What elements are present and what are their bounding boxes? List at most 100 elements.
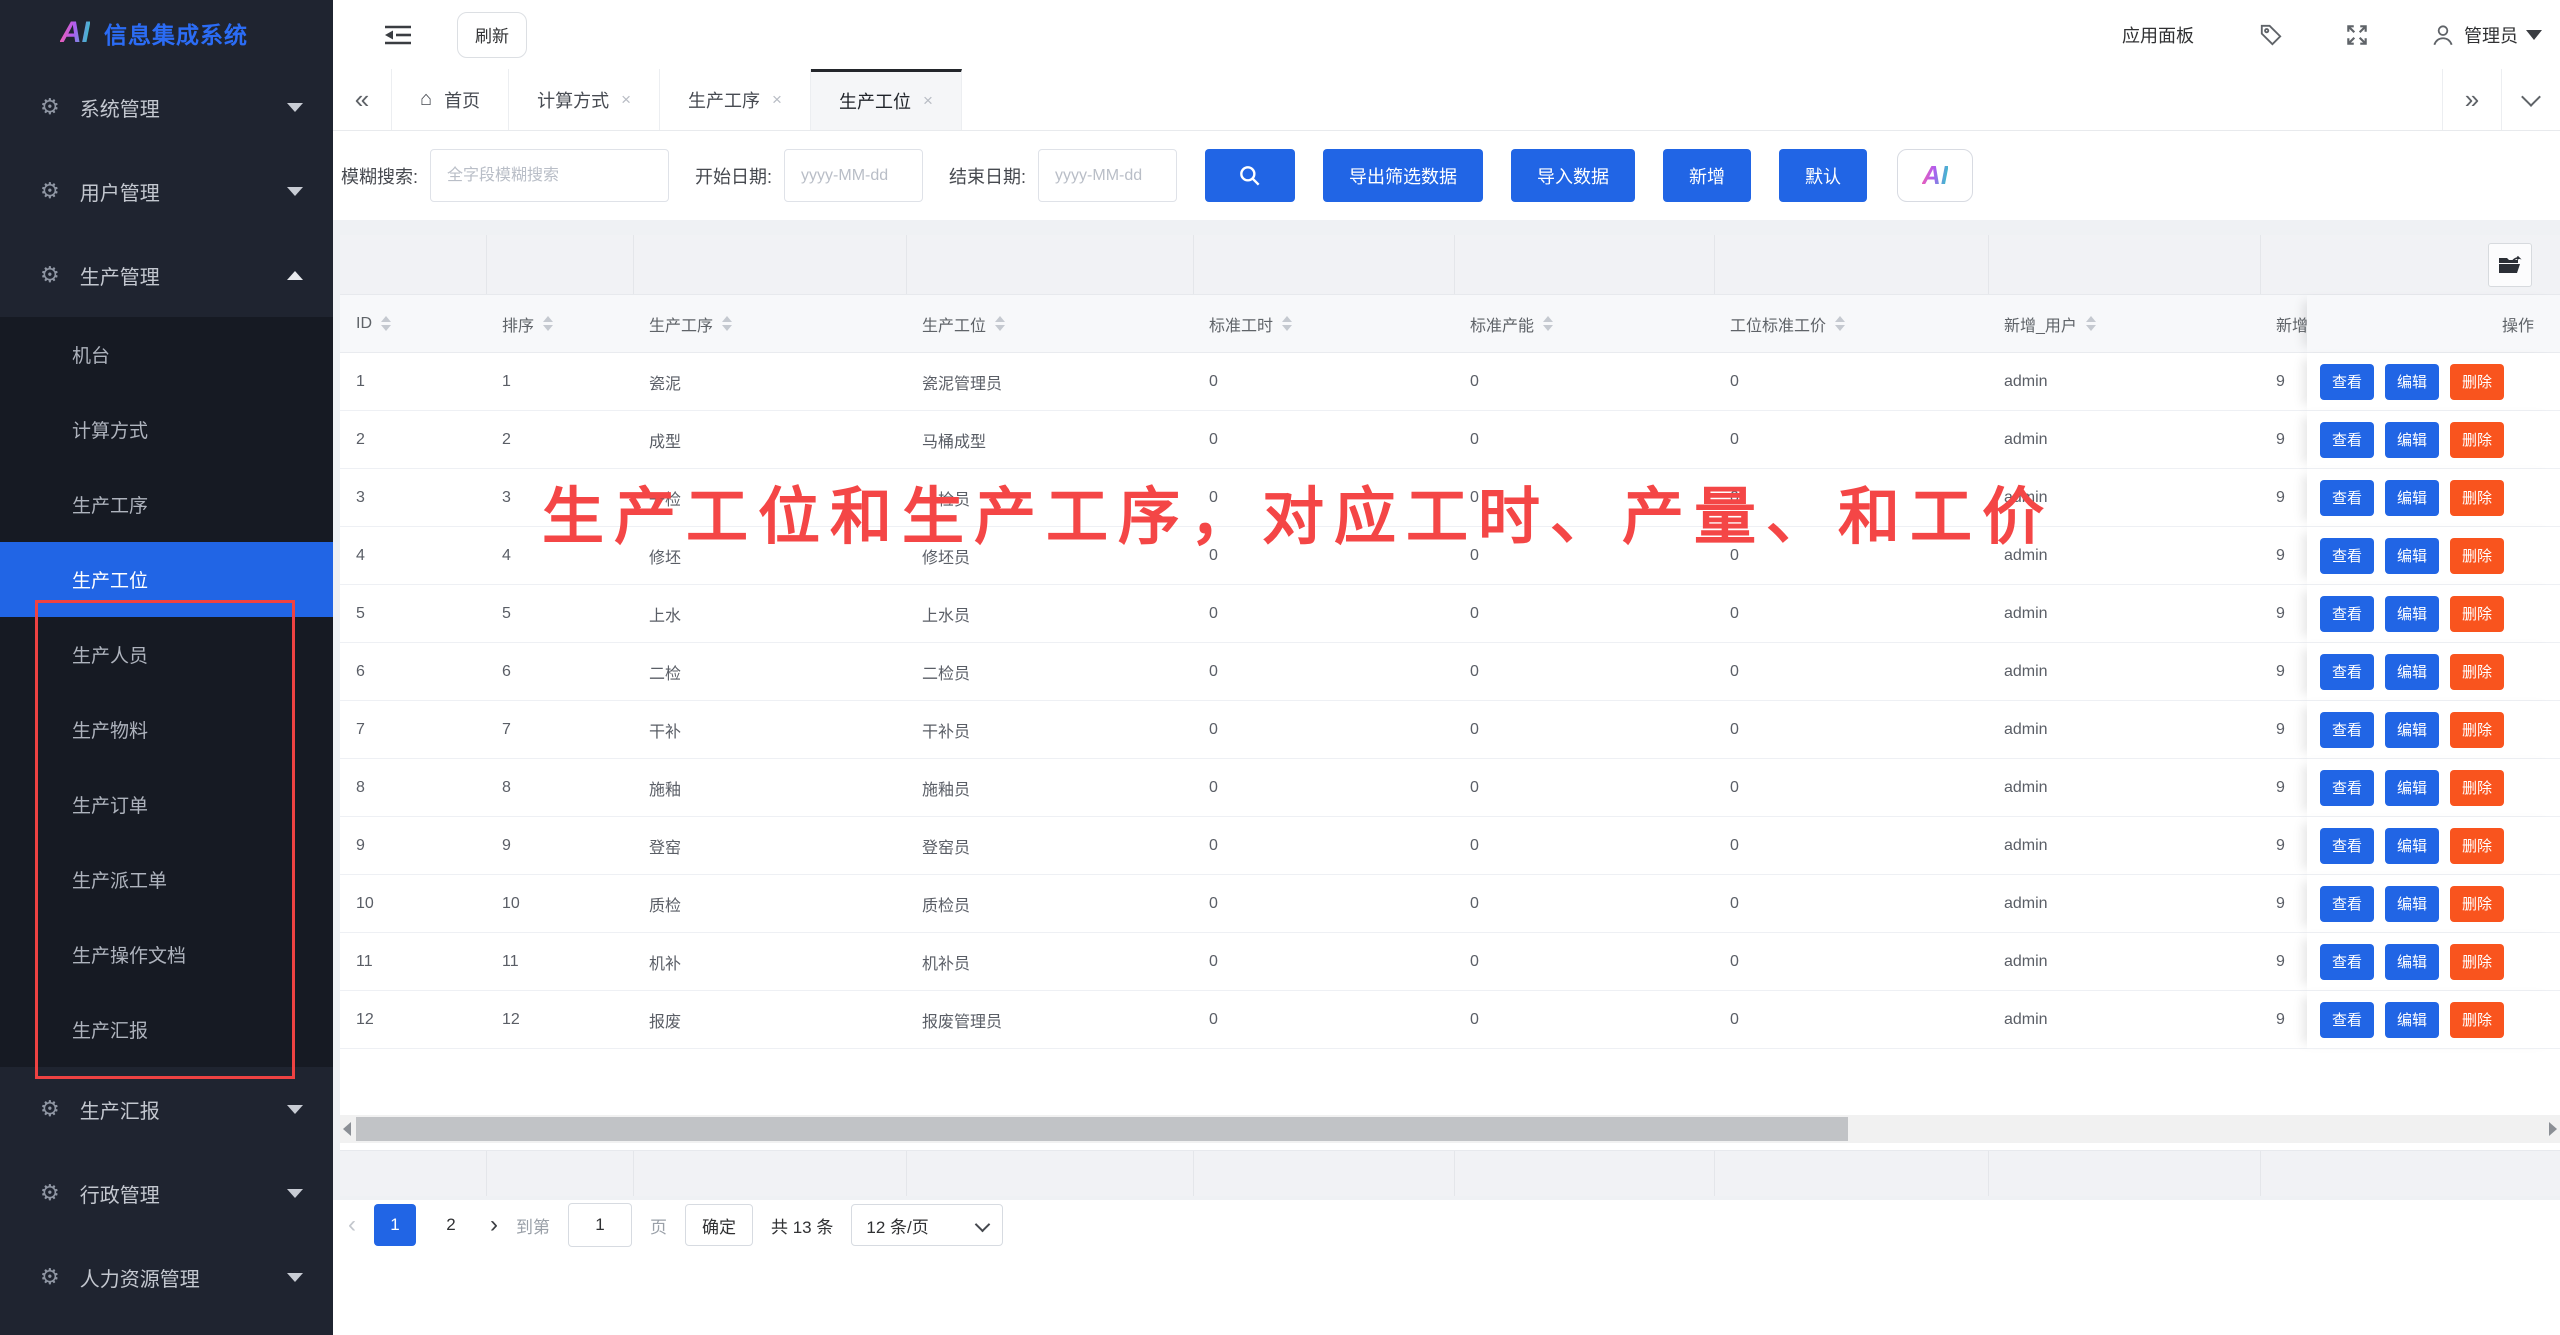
column-header-生产工序[interactable]: 生产工序 <box>633 295 906 352</box>
sidebar-item-生产工序[interactable]: 生产工序 <box>0 467 333 542</box>
sort-icon[interactable] <box>995 316 1005 331</box>
scroll-right-arrow-icon[interactable] <box>2549 1122 2557 1136</box>
edit-button[interactable]: 编辑 <box>2385 944 2439 980</box>
sort-icon[interactable] <box>381 316 391 331</box>
delete-button[interactable]: 删除 <box>2450 538 2504 574</box>
delete-button[interactable]: 删除 <box>2450 596 2504 632</box>
edit-button[interactable]: 编辑 <box>2385 654 2439 690</box>
fullscreen-icon[interactable] <box>2344 22 2370 48</box>
end-date-input[interactable] <box>1038 149 1177 202</box>
export-filtered-button[interactable]: 导出筛选数据 <box>1323 149 1483 202</box>
sort-icon[interactable] <box>543 316 553 331</box>
delete-button[interactable]: 删除 <box>2450 886 2504 922</box>
view-button[interactable]: 查看 <box>2320 770 2374 806</box>
tabs-scroll-right[interactable]: » <box>2442 69 2501 130</box>
search-button[interactable] <box>1205 149 1295 202</box>
sort-icon[interactable] <box>722 316 732 331</box>
view-button[interactable]: 查看 <box>2320 654 2374 690</box>
view-button[interactable]: 查看 <box>2320 828 2374 864</box>
sidebar-group-行政管理[interactable]: ⚙行政管理 <box>0 1151 333 1235</box>
edit-button[interactable]: 编辑 <box>2385 538 2439 574</box>
sort-icon[interactable] <box>1282 316 1292 331</box>
default-button[interactable]: 默认 <box>1779 149 1867 202</box>
edit-button[interactable]: 编辑 <box>2385 828 2439 864</box>
fuzzy-search-input[interactable] <box>430 149 669 202</box>
edit-button[interactable]: 编辑 <box>2385 886 2439 922</box>
sidebar-item-计算方式[interactable]: 计算方式 <box>0 392 333 467</box>
page-size-select[interactable]: 12 条/页 <box>851 1204 1003 1246</box>
tab-首页[interactable]: ⌂首页 <box>392 69 509 130</box>
view-button[interactable]: 查看 <box>2320 538 2374 574</box>
add-button[interactable]: 新增 <box>1663 149 1751 202</box>
sidebar-item-生产操作文档[interactable]: 生产操作文档 <box>0 917 333 992</box>
horizontal-scrollbar[interactable] <box>340 1115 2560 1143</box>
export-folder-button[interactable] <box>2488 243 2532 287</box>
edit-button[interactable]: 编辑 <box>2385 364 2439 400</box>
sidebar-group-生产管理[interactable]: ⚙生产管理 <box>0 233 333 317</box>
tab-计算方式[interactable]: 计算方式× <box>509 69 660 130</box>
sidebar-group-用户管理[interactable]: ⚙用户管理 <box>0 149 333 233</box>
sort-icon[interactable] <box>1835 316 1845 331</box>
column-header-标准产能[interactable]: 标准产能 <box>1454 295 1714 352</box>
import-data-button[interactable]: 导入数据 <box>1511 149 1635 202</box>
edit-button[interactable]: 编辑 <box>2385 712 2439 748</box>
sidebar-item-机台[interactable]: 机台 <box>0 317 333 392</box>
edit-button[interactable]: 编辑 <box>2385 770 2439 806</box>
delete-button[interactable]: 删除 <box>2450 1002 2504 1038</box>
goto-page-input[interactable] <box>568 1203 632 1247</box>
ai-assistant-button[interactable]: AI <box>1897 149 1973 202</box>
page-2[interactable]: 2 <box>430 1204 472 1246</box>
close-icon[interactable]: × <box>923 91 933 111</box>
prev-page-button[interactable]: ‹ <box>348 1211 356 1239</box>
sidebar-item-生产派工单[interactable]: 生产派工单 <box>0 842 333 917</box>
edit-button[interactable]: 编辑 <box>2385 480 2439 516</box>
tab-生产工位[interactable]: 生产工位× <box>811 69 962 130</box>
start-date-input[interactable] <box>784 149 923 202</box>
delete-button[interactable]: 删除 <box>2450 712 2504 748</box>
view-button[interactable]: 查看 <box>2320 712 2374 748</box>
close-icon[interactable]: × <box>772 90 782 110</box>
column-header-ID[interactable]: ID <box>340 295 486 352</box>
view-button[interactable]: 查看 <box>2320 364 2374 400</box>
app-panel-link[interactable]: 应用面板 <box>2122 22 2194 48</box>
tabs-menu-toggle[interactable] <box>2501 69 2560 130</box>
page-1[interactable]: 1 <box>374 1204 416 1246</box>
refresh-button[interactable]: 刷新 <box>457 12 527 58</box>
sidebar-collapse-icon[interactable] <box>383 23 413 47</box>
sort-icon[interactable] <box>1543 316 1553 331</box>
delete-button[interactable]: 删除 <box>2450 422 2504 458</box>
sidebar-group-生产汇报[interactable]: ⚙生产汇报 <box>0 1067 333 1151</box>
view-button[interactable]: 查看 <box>2320 480 2374 516</box>
sort-icon[interactable] <box>2086 316 2096 331</box>
sidebar-group-系统管理[interactable]: ⚙系统管理 <box>0 65 333 149</box>
confirm-button[interactable]: 确定 <box>685 1204 753 1246</box>
delete-button[interactable]: 删除 <box>2450 770 2504 806</box>
close-icon[interactable]: × <box>621 90 631 110</box>
scroll-left-arrow-icon[interactable] <box>343 1122 351 1136</box>
user-menu[interactable]: 管理员 <box>2430 22 2542 48</box>
delete-button[interactable]: 删除 <box>2450 944 2504 980</box>
delete-button[interactable]: 删除 <box>2450 654 2504 690</box>
column-header-标准工时[interactable]: 标准工时 <box>1193 295 1454 352</box>
column-header-新增_用户[interactable]: 新增_用户 <box>1988 295 2260 352</box>
sidebar-item-生产人员[interactable]: 生产人员 <box>0 617 333 692</box>
edit-button[interactable]: 编辑 <box>2385 422 2439 458</box>
view-button[interactable]: 查看 <box>2320 422 2374 458</box>
sidebar-item-生产物料[interactable]: 生产物料 <box>0 692 333 767</box>
tag-icon[interactable] <box>2258 22 2284 48</box>
sidebar-item-生产汇报[interactable]: 生产汇报 <box>0 992 333 1067</box>
column-header-排序[interactable]: 排序 <box>486 295 633 352</box>
scrollbar-thumb[interactable] <box>356 1117 1848 1141</box>
view-button[interactable]: 查看 <box>2320 944 2374 980</box>
delete-button[interactable]: 删除 <box>2450 364 2504 400</box>
tab-生产工序[interactable]: 生产工序× <box>660 69 811 130</box>
delete-button[interactable]: 删除 <box>2450 828 2504 864</box>
column-header-工位标准工价[interactable]: 工位标准工价 <box>1714 295 1988 352</box>
sidebar-item-生产工位[interactable]: 生产工位 <box>0 542 333 617</box>
view-button[interactable]: 查看 <box>2320 596 2374 632</box>
next-page-button[interactable]: › <box>490 1211 498 1239</box>
tabs-scroll-left[interactable]: « <box>333 69 392 130</box>
edit-button[interactable]: 编辑 <box>2385 596 2439 632</box>
sidebar-item-生产订单[interactable]: 生产订单 <box>0 767 333 842</box>
delete-button[interactable]: 删除 <box>2450 480 2504 516</box>
